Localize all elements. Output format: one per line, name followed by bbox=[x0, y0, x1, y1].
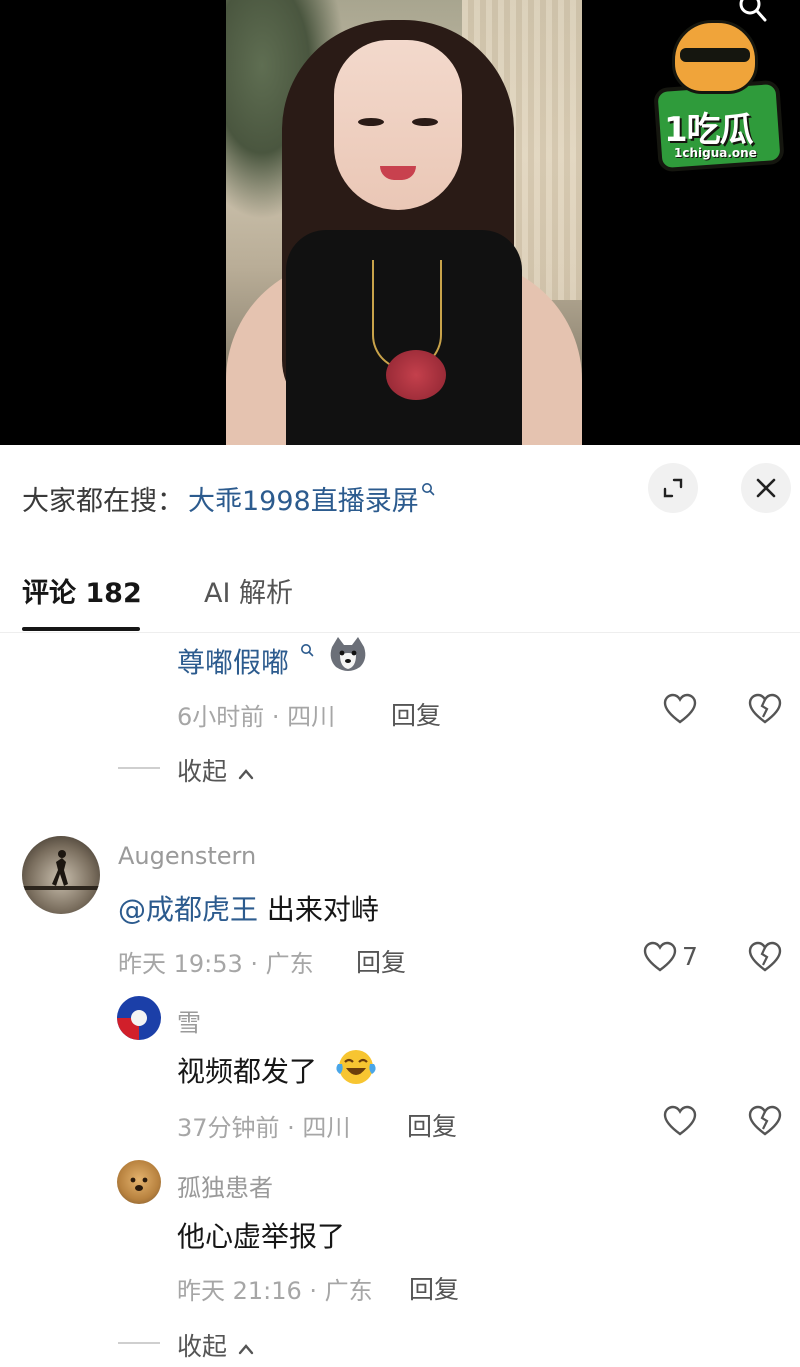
dislike-icon[interactable] bbox=[748, 941, 782, 973]
laughing-crying-emoji-icon bbox=[336, 1050, 376, 1084]
tab-comments[interactable]: 评论 182 bbox=[22, 571, 142, 610]
avatar-graphic bbox=[117, 1010, 147, 1040]
lips bbox=[380, 166, 416, 180]
dog-avatar-icon bbox=[130, 1177, 148, 1191]
reply-username[interactable]: 孤独患者 bbox=[177, 1168, 273, 1203]
collapse-label: 收起 bbox=[177, 1332, 228, 1361]
like-icon[interactable] bbox=[663, 1105, 697, 1137]
black-dress bbox=[286, 230, 522, 445]
comment-meta: 昨天 21:16 · 广东 bbox=[177, 1277, 373, 1305]
logo-domain-text: 1chigua.one bbox=[674, 146, 757, 160]
reply-username[interactable]: 雪 bbox=[177, 1003, 201, 1038]
face bbox=[334, 40, 462, 210]
silhouette-icon bbox=[22, 850, 100, 890]
logo-brand-text: 1吃瓜 bbox=[664, 110, 754, 150]
like-icon[interactable] bbox=[643, 941, 677, 973]
like-count: 7 bbox=[682, 942, 698, 971]
comment-sheet: 大家都在搜： 大乖1998直播录屏 评论 182 AI 解析 尊嘟假嘟 6小时前… bbox=[0, 445, 800, 1367]
sunglasses-icon bbox=[680, 48, 750, 62]
close-button[interactable] bbox=[741, 463, 791, 513]
chevron-up-icon bbox=[238, 769, 254, 780]
dress-flower bbox=[386, 350, 446, 400]
dislike-icon[interactable] bbox=[748, 693, 782, 725]
close-icon bbox=[756, 478, 776, 498]
mention-link[interactable]: @成都虎王 bbox=[118, 893, 258, 926]
search-icon bbox=[421, 482, 435, 495]
comment-meta: 37分钟前 · 四川 bbox=[177, 1114, 351, 1142]
comment-meta: 6小时前 · 四川 bbox=[177, 703, 336, 731]
avatar[interactable] bbox=[117, 996, 161, 1040]
dislike-icon[interactable] bbox=[748, 1105, 782, 1137]
reply-text: 他心虚举报了 bbox=[177, 1220, 346, 1253]
active-tab-indicator bbox=[22, 627, 140, 631]
collapse-divider bbox=[118, 767, 160, 769]
husky-emoji-icon bbox=[330, 637, 366, 671]
video-frame bbox=[226, 0, 582, 445]
video-player[interactable]: 1吃瓜 1chigua.one bbox=[0, 0, 800, 445]
reply-button[interactable]: 回复 bbox=[407, 1107, 457, 1143]
reply-text: 尊嘟假嘟 bbox=[177, 646, 290, 679]
left-eye bbox=[358, 118, 384, 126]
reply-button[interactable]: 回复 bbox=[356, 943, 406, 979]
comment-username[interactable]: Augenstern bbox=[118, 842, 256, 870]
tab-ai-analysis[interactable]: AI 解析 bbox=[204, 571, 293, 610]
expand-icon bbox=[663, 478, 683, 498]
avatar[interactable] bbox=[117, 1160, 161, 1204]
reply-button[interactable]: 回复 bbox=[391, 696, 441, 732]
search-icon bbox=[301, 644, 314, 657]
collapse-button[interactable]: 收起 bbox=[177, 1327, 255, 1363]
search-suggestion-label: 大家都在搜： bbox=[22, 486, 184, 517]
collapse-button[interactable]: 收起 bbox=[177, 752, 255, 788]
expand-button[interactable] bbox=[648, 463, 698, 513]
chevron-up-icon bbox=[238, 1344, 254, 1355]
search-suggestion[interactable]: 大家都在搜： 大乖1998直播录屏 bbox=[22, 479, 435, 518]
tab-bar: 评论 182 AI 解析 bbox=[0, 565, 800, 633]
reply-text: 视频都发了 bbox=[177, 1055, 318, 1088]
collapse-divider bbox=[118, 1342, 160, 1344]
search-suggestion-keyword[interactable]: 大乖1998直播录屏 bbox=[188, 479, 419, 518]
like-icon[interactable] bbox=[663, 693, 697, 725]
reply-button[interactable]: 回复 bbox=[409, 1270, 459, 1306]
comment-body: 出来对峙 bbox=[266, 893, 379, 926]
comment-meta: 昨天 19:53 · 广东 bbox=[118, 950, 314, 978]
avatar[interactable] bbox=[22, 836, 100, 914]
watermark-logo: 1吃瓜 1chigua.one bbox=[650, 14, 785, 174]
right-eye bbox=[412, 118, 438, 126]
comment-text: @成都虎王 出来对峙 bbox=[118, 888, 379, 928]
collapse-label: 收起 bbox=[177, 757, 228, 786]
